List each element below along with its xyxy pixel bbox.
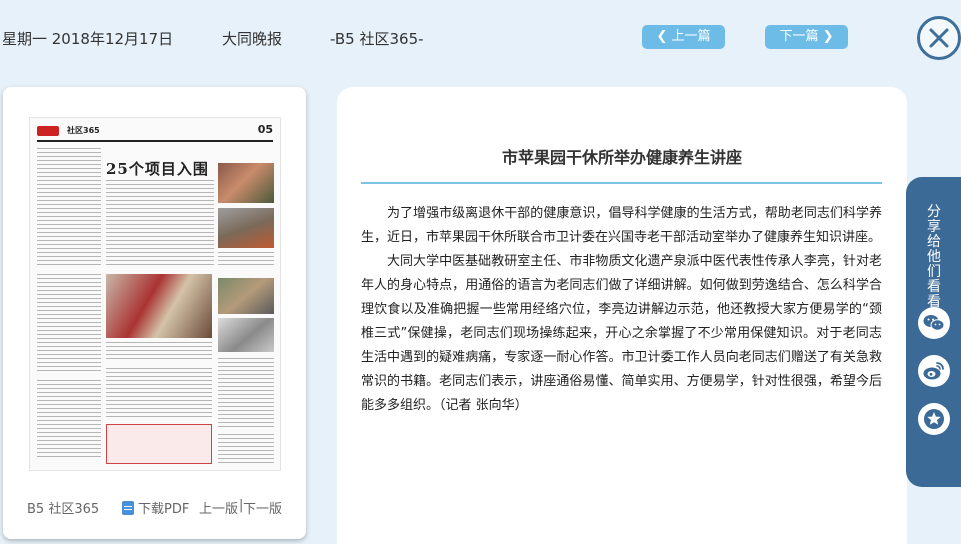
thumbnail-text-column: [106, 342, 212, 362]
star-icon: [924, 409, 944, 429]
wechat-icon: [923, 315, 945, 331]
chevron-right-icon: ❯: [822, 29, 834, 44]
thumbnail-photo: [218, 208, 274, 248]
next-article-label: 下一篇: [779, 29, 819, 44]
thumbnail-headline: 25个项目入围: [106, 160, 209, 178]
share-label: 分享给他们看看: [927, 204, 941, 310]
thumbnail-text-column: [218, 358, 274, 430]
next-article-button[interactable]: 下一篇 ❯: [765, 25, 848, 49]
thumbnail-text-column: [106, 368, 212, 418]
thumbnail-text-column: [106, 180, 214, 266]
download-pdf-link[interactable]: 下载PDF: [122, 498, 189, 517]
thumbnail-text-column: [37, 380, 101, 460]
thumbnail-text-column: [218, 434, 274, 464]
thumbnail-photo: [218, 278, 274, 314]
favorite-button[interactable]: [918, 403, 950, 435]
share-bar: 分享给他们看看: [906, 177, 961, 487]
close-button[interactable]: [917, 16, 961, 60]
thumbnail-photo: [106, 274, 212, 338]
pdf-icon: [122, 500, 134, 515]
page-section: -B5 社区365-: [330, 30, 424, 48]
title-divider: [361, 182, 882, 184]
top-bar: 星期一 2018年12月17日 大同晚报 -B5 社区365- ❮ 上一篇 下一…: [0, 0, 961, 76]
thumbnail-page-number: 05: [257, 123, 273, 136]
article-body: 为了增强市级离退休干部的健康意识，倡导科学健康的生活方式，帮助老同志们科学养生，…: [361, 202, 882, 418]
thumbnail-photo: [218, 318, 274, 352]
page-label: B5 社区365: [27, 502, 100, 517]
newspaper-logo: [37, 126, 59, 136]
page-card-footer: B5 社区365 下载PDF 上一版 | 下一版: [3, 496, 306, 517]
thumbnail-rule: [37, 140, 273, 142]
newspaper-name: 大同晚报: [222, 30, 283, 48]
issue-date: 星期一 2018年12月17日: [2, 30, 174, 48]
wechat-share-button[interactable]: [918, 307, 950, 339]
article-paragraph: 大同大学中医基础教研室主任、市非物质文化遗产泉派中医代表性传承人李亮，针对老年人…: [361, 254, 882, 413]
next-page-link[interactable]: 下一版: [243, 498, 282, 517]
download-pdf-label: 下载PDF: [138, 502, 190, 517]
page-thumbnail[interactable]: 社区365 05 25个项目入围: [29, 117, 281, 471]
thumbnail-masthead: 社区365 05: [37, 123, 273, 138]
article-title: 市苹果园干休所举办健康养生讲座: [501, 148, 742, 167]
thumbnail-section: 社区365: [67, 126, 100, 135]
thumbnail-photo: [218, 163, 274, 203]
prev-article-button[interactable]: ❮ 上一篇: [642, 25, 725, 49]
page-card: 社区365 05 25个项目入围 B5 社区365 下载PDF 上一版 | 下一…: [3, 87, 306, 539]
thumbnail-text-column: [37, 274, 101, 374]
prev-page-link[interactable]: 上一版: [199, 498, 238, 517]
weibo-icon: [923, 362, 944, 380]
weibo-share-button[interactable]: [918, 355, 950, 387]
thumbnail-text-column: [37, 148, 101, 266]
article-paragraph: 为了增强市级离退休干部的健康意识，倡导科学健康的生活方式，帮助老同志们科学养生，…: [361, 206, 882, 245]
article-panel: 市苹果园干休所举办健康养生讲座 为了增强市级离退休干部的健康意识，倡导科学健康的…: [337, 87, 907, 544]
thumbnail-text-column: [218, 252, 274, 266]
chevron-left-icon: ❮: [656, 29, 668, 44]
close-icon: [929, 28, 949, 48]
thumbnail-photo: [106, 424, 212, 464]
prev-article-label: 上一篇: [671, 29, 711, 44]
